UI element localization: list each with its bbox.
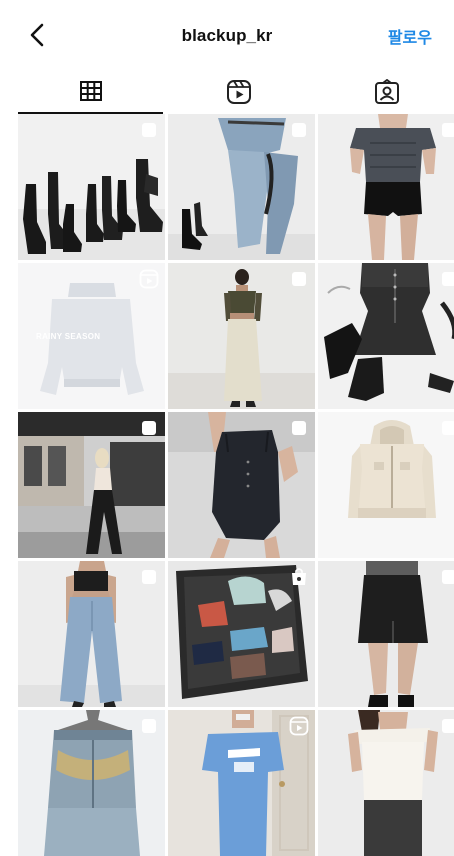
tagged-icon	[374, 79, 399, 104]
carousel-icon	[442, 123, 454, 137]
carousel-icon	[142, 123, 156, 137]
carousel-icon	[442, 719, 454, 733]
grid-icon	[79, 81, 102, 101]
tab-grid[interactable]	[18, 70, 163, 114]
post-thumbnail[interactable]	[318, 263, 454, 409]
carousel-icon	[142, 570, 156, 584]
carousel-icon	[292, 272, 306, 286]
reels-icon	[289, 716, 309, 736]
tab-tagged[interactable]	[314, 70, 454, 114]
post-thumbnail[interactable]	[18, 710, 165, 856]
tab-reels[interactable]	[166, 70, 311, 114]
shopping-bag-icon	[292, 568, 306, 585]
sweatshirt-print-text: RAINY SEASON	[36, 332, 101, 341]
follow-button[interactable]: 팔로우	[388, 24, 432, 48]
post-thumbnail[interactable]	[318, 710, 454, 856]
carousel-icon	[442, 570, 454, 584]
profile-tabs	[18, 70, 454, 114]
post-thumbnail[interactable]	[168, 710, 315, 856]
post-thumbnail[interactable]	[18, 412, 165, 558]
post-thumbnail[interactable]	[18, 114, 165, 260]
post-thumbnail[interactable]	[168, 114, 315, 260]
post-thumbnail[interactable]	[168, 263, 315, 409]
carousel-icon	[442, 272, 454, 286]
reels-icon	[139, 269, 159, 289]
post-thumbnail[interactable]	[318, 561, 454, 707]
post-thumbnail[interactable]: RAINY SEASON	[18, 263, 165, 409]
carousel-icon	[292, 421, 306, 435]
carousel-icon	[292, 123, 306, 137]
post-thumbnail[interactable]	[318, 114, 454, 260]
post-thumbnail[interactable]	[18, 561, 165, 707]
reels-icon	[226, 80, 251, 104]
profile-username: blackup_kr	[181, 26, 273, 45]
carousel-icon	[142, 719, 156, 733]
carousel-icon	[142, 421, 156, 435]
carousel-icon	[442, 421, 454, 435]
post-thumbnail[interactable]	[318, 412, 454, 558]
post-thumbnail[interactable]	[168, 561, 315, 707]
post-thumbnail[interactable]	[168, 412, 315, 558]
profile-header: blackup_kr 팔로우	[0, 0, 454, 66]
